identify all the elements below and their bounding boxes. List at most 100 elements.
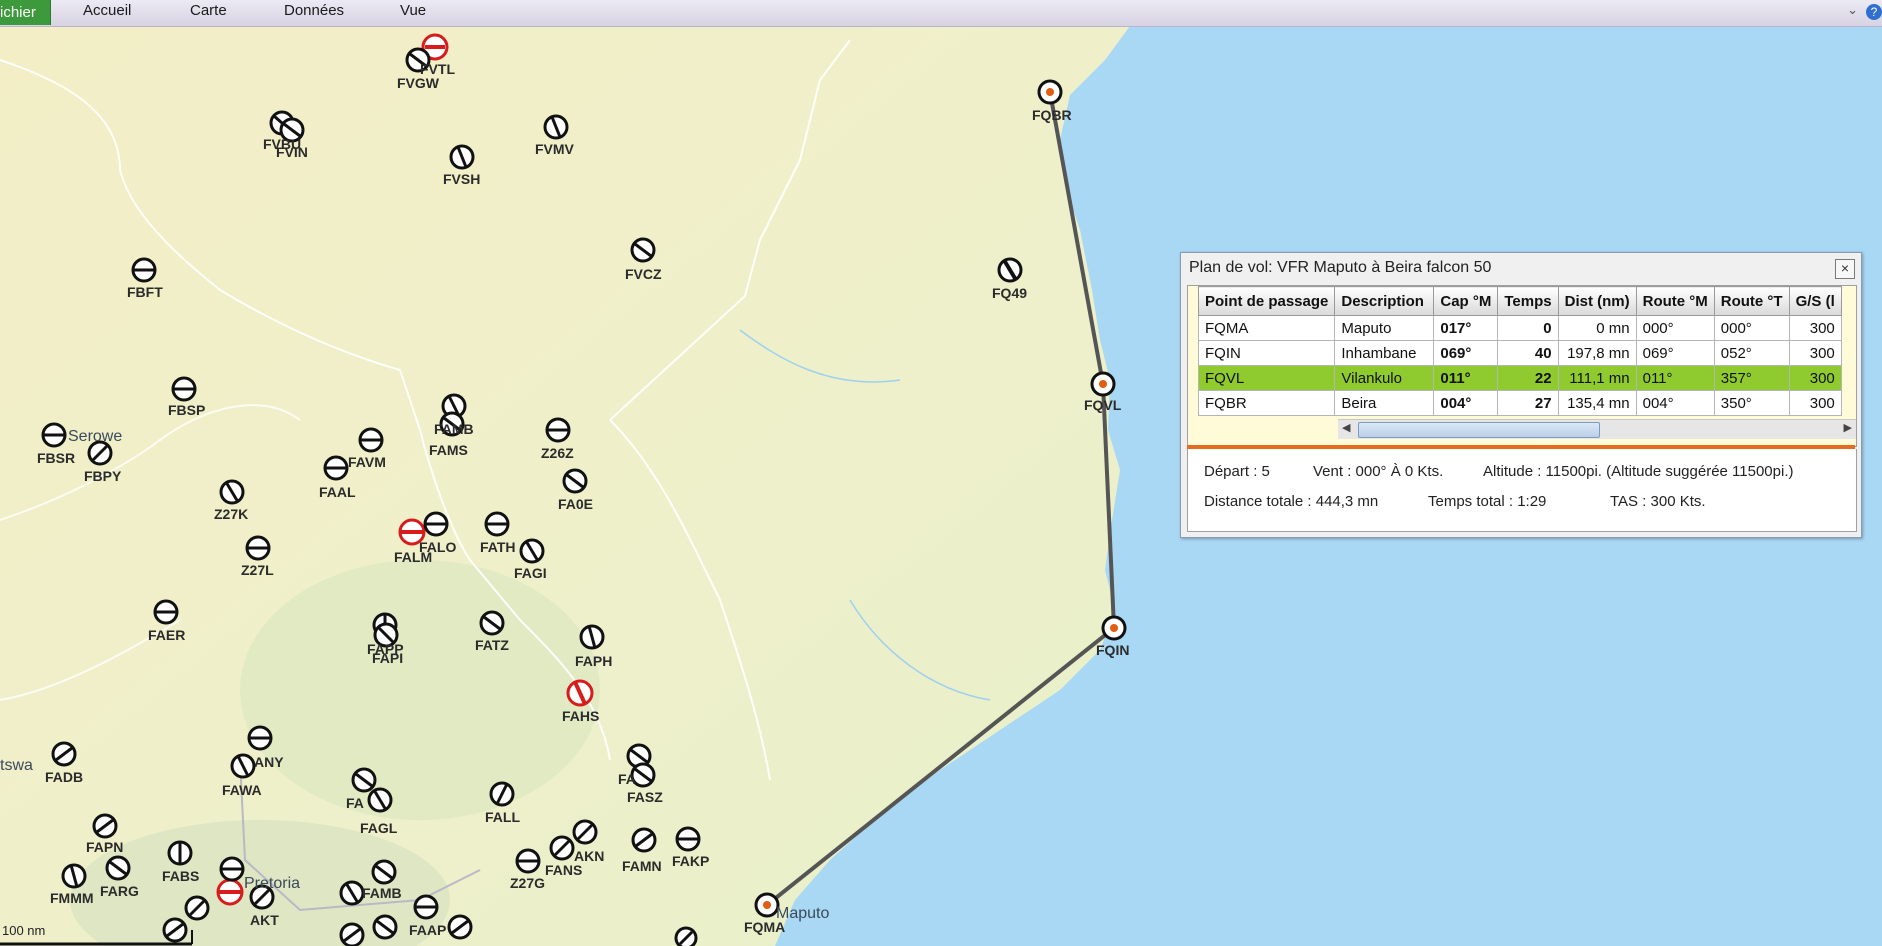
- col-description[interactable]: Description: [1334, 286, 1435, 316]
- label-fbft: FBFT: [127, 284, 163, 300]
- cell-gs[interactable]: 300: [1788, 390, 1842, 416]
- cell-cap[interactable]: 069°: [1433, 340, 1499, 366]
- label-fvcz: FVCZ: [625, 266, 662, 282]
- cell-point[interactable]: FQBR: [1197, 390, 1336, 416]
- table-row-selected[interactable]: FQVL Vilankulo 011° 22 111,1 mn 011° 357…: [1197, 365, 1842, 391]
- scroll-right-icon[interactable]: ▶: [1844, 421, 1852, 434]
- col-dist[interactable]: Dist (nm): [1557, 286, 1637, 316]
- cell-gs[interactable]: 300: [1788, 365, 1842, 391]
- label-z26z: Z26Z: [541, 445, 574, 461]
- label-fq49: FQ49: [992, 285, 1027, 301]
- label-fath: FATH: [480, 539, 516, 555]
- cell-route-t[interactable]: 357°: [1713, 365, 1790, 391]
- label-fawa: FAWA: [222, 782, 262, 798]
- col-route-m[interactable]: Route °M: [1635, 286, 1715, 316]
- airport-fahs[interactable]: [566, 679, 594, 707]
- airport-fqma[interactable]: [754, 892, 780, 918]
- flight-plan-title: Plan de vol: VFR Maputo à Beira falcon 5…: [1189, 259, 1492, 276]
- label-fams: FAMS: [429, 442, 468, 458]
- cell-temps[interactable]: 0: [1497, 315, 1559, 341]
- label-fall: FALL: [485, 809, 520, 825]
- airport-fqin[interactable]: [1101, 615, 1127, 641]
- ribbon-collapse-icon[interactable]: ⌄: [1847, 2, 1858, 18]
- col-temps[interactable]: Temps: [1497, 286, 1559, 316]
- cell-description[interactable]: Beira: [1334, 390, 1435, 416]
- info-altitude: Altitude : 11500pi. (Altitude suggérée 1…: [1483, 463, 1794, 480]
- airport-fqvl[interactable]: [1090, 371, 1116, 397]
- cell-route-m[interactable]: 004°: [1635, 390, 1715, 416]
- label-fapn: FAPN: [86, 839, 123, 855]
- cell-temps[interactable]: 40: [1497, 340, 1559, 366]
- place-botswana: tswa: [0, 757, 33, 774]
- place-pretoria: Pretoria: [244, 875, 300, 892]
- label-fqbr: FQBR: [1032, 107, 1072, 123]
- help-icon[interactable]: ?: [1866, 4, 1882, 20]
- cell-dist[interactable]: 0 mn: [1557, 315, 1637, 341]
- label-faal: FAAL: [319, 484, 356, 500]
- label-fagl-top: FA: [346, 795, 364, 811]
- label-faap: FAAP: [409, 922, 446, 938]
- col-cap[interactable]: Cap °M: [1433, 286, 1499, 316]
- label-fabs: FABS: [162, 868, 199, 884]
- tab-carte[interactable]: Carte: [190, 0, 227, 25]
- col-point[interactable]: Point de passage: [1197, 286, 1336, 316]
- cell-point[interactable]: FQVL: [1197, 365, 1336, 391]
- table-row[interactable]: FQBR Beira 004° 27 135,4 mn 004° 350° 30…: [1197, 390, 1842, 416]
- label-faer: FAER: [148, 627, 185, 643]
- table-row[interactable]: FQIN Inhambane 069° 40 197,8 mn 069° 052…: [1197, 340, 1842, 366]
- cell-description[interactable]: Inhambane: [1334, 340, 1435, 366]
- cell-description[interactable]: Vilankulo: [1334, 365, 1435, 391]
- cell-route-m[interactable]: 000°: [1635, 315, 1715, 341]
- cell-temps[interactable]: 22: [1497, 365, 1559, 391]
- info-temps-total: Temps total : 1:29: [1428, 493, 1547, 510]
- info-depart: Départ : 5: [1204, 463, 1270, 480]
- label-fbsp: FBSP: [168, 402, 205, 418]
- horizontal-scrollbar[interactable]: ◀ ▶: [1338, 419, 1856, 439]
- file-tab[interactable]: ichier: [0, 0, 51, 25]
- tab-accueil[interactable]: Accueil: [83, 0, 131, 25]
- cell-point[interactable]: FQMA: [1197, 315, 1336, 341]
- label-z27g: Z27G: [510, 875, 545, 891]
- cell-cap[interactable]: 004°: [1433, 390, 1499, 416]
- info-tas: TAS : 300 Kts.: [1610, 493, 1706, 510]
- label-fa0e: FA0E: [558, 496, 593, 512]
- label-farg: FARG: [100, 883, 139, 899]
- label-fapi: FAPI: [372, 650, 403, 666]
- cell-point[interactable]: FQIN: [1197, 340, 1336, 366]
- airport-fqbr[interactable]: [1037, 79, 1063, 105]
- col-gs[interactable]: G/S (l: [1788, 286, 1842, 316]
- cell-temps[interactable]: 27: [1497, 390, 1559, 416]
- cell-route-m[interactable]: 069°: [1635, 340, 1715, 366]
- cell-dist[interactable]: 197,8 mn: [1557, 340, 1637, 366]
- cell-route-m[interactable]: 011°: [1635, 365, 1715, 391]
- label-fakt: AKT: [250, 912, 279, 928]
- label-fqin: FQIN: [1096, 642, 1129, 658]
- airport-fq49[interactable]: [997, 257, 1023, 283]
- info-vent: Vent : 000° À 0 Kts.: [1313, 463, 1444, 480]
- cell-dist[interactable]: 111,1 mn: [1557, 365, 1637, 391]
- ribbon-bar: ichier Accueil Carte Données Vue ⌄ ?: [0, 0, 1882, 27]
- cell-gs[interactable]: 300: [1788, 340, 1842, 366]
- cell-cap[interactable]: 017°: [1433, 315, 1499, 341]
- cell-dist[interactable]: 135,4 mn: [1557, 390, 1637, 416]
- scroll-left-icon[interactable]: ◀: [1342, 421, 1350, 434]
- col-route-t[interactable]: Route °T: [1713, 286, 1790, 316]
- cell-description[interactable]: Maputo: [1334, 315, 1435, 341]
- cell-route-t[interactable]: 000°: [1713, 315, 1790, 341]
- cell-cap[interactable]: 011°: [1433, 365, 1499, 391]
- flight-plan-grid[interactable]: Point de passage Description Cap °M Temp…: [1187, 285, 1857, 447]
- label-fqvl: FQVL: [1084, 397, 1122, 413]
- table-row[interactable]: FQMA Maputo 017° 0 0 mn 000° 000° 300: [1197, 315, 1842, 341]
- scrollbar-thumb[interactable]: [1358, 422, 1600, 438]
- cell-route-t[interactable]: 350°: [1713, 390, 1790, 416]
- close-icon[interactable]: ×: [1835, 259, 1855, 279]
- tab-donnees[interactable]: Données: [284, 0, 344, 25]
- flight-plan-panel[interactable]: Plan de vol: VFR Maputo à Beira falcon 5…: [1180, 252, 1862, 538]
- label-fans: FANS: [545, 862, 582, 878]
- airport-pretoria-red[interactable]: [216, 878, 244, 906]
- cell-route-t[interactable]: 052°: [1713, 340, 1790, 366]
- label-fany: ANY: [254, 754, 284, 770]
- tab-vue[interactable]: Vue: [400, 0, 426, 25]
- cell-gs[interactable]: 300: [1788, 315, 1842, 341]
- label-z27k: Z27K: [214, 506, 248, 522]
